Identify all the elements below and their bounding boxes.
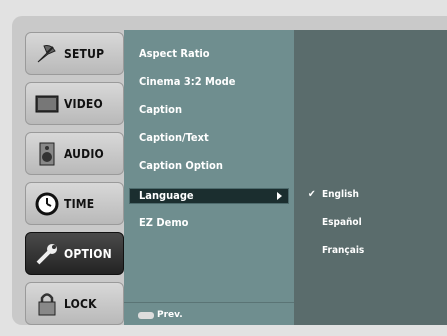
menu-button-icon <box>138 311 154 319</box>
prev-hint: Prev. <box>138 310 183 320</box>
tab-label: VIDEO <box>64 96 103 111</box>
language-option-english[interactable]: ✔ English <box>308 189 359 200</box>
tab-lock[interactable]: LOCK <box>25 282 124 325</box>
menu-item-caption[interactable]: Caption <box>139 103 182 116</box>
tab-label: AUDIO <box>64 146 104 161</box>
tab-audio[interactable]: AUDIO <box>25 132 124 175</box>
menu-item-label: Language <box>139 189 194 202</box>
padlock-icon <box>34 291 60 317</box>
menu-item-ez-demo[interactable]: EZ Demo <box>139 216 188 229</box>
clock-icon <box>34 191 60 217</box>
speaker-icon <box>34 141 60 167</box>
divider <box>124 302 294 303</box>
tab-time[interactable]: TIME <box>25 182 124 225</box>
tab-label: OPTION <box>64 246 112 261</box>
language-label: English <box>322 189 359 200</box>
option-menu: Aspect Ratio Cinema 3:2 Mode Caption Cap… <box>124 30 294 325</box>
category-tabs: SETUP VIDEO AUDIO TIME OPTION LOCK <box>25 30 124 325</box>
wrench-icon <box>34 241 60 267</box>
menu-item-caption-text[interactable]: Caption/Text <box>139 131 209 144</box>
tab-video[interactable]: VIDEO <box>25 82 124 125</box>
prev-label: Prev. <box>157 310 183 320</box>
satellite-dish-icon <box>34 41 60 67</box>
tab-label: TIME <box>64 196 95 211</box>
tab-setup[interactable]: SETUP <box>25 32 124 75</box>
arrow-right-icon <box>277 192 282 200</box>
checkmark-icon: ✔ <box>308 189 316 200</box>
tv-screen-icon <box>34 91 60 117</box>
menu-item-caption-option[interactable]: Caption Option <box>139 159 223 172</box>
language-submenu: ✔ English Español Français <box>294 30 447 325</box>
tab-label: LOCK <box>64 296 97 311</box>
menu-item-aspect-ratio[interactable]: Aspect Ratio <box>139 47 210 60</box>
tab-label: SETUP <box>64 46 105 61</box>
language-option-francais[interactable]: Français <box>322 245 364 256</box>
menu-item-language[interactable]: Language <box>129 188 289 204</box>
language-option-espanol[interactable]: Español <box>322 217 362 228</box>
tab-option[interactable]: OPTION <box>25 232 124 275</box>
menu-item-cinema-mode[interactable]: Cinema 3:2 Mode <box>139 75 235 88</box>
